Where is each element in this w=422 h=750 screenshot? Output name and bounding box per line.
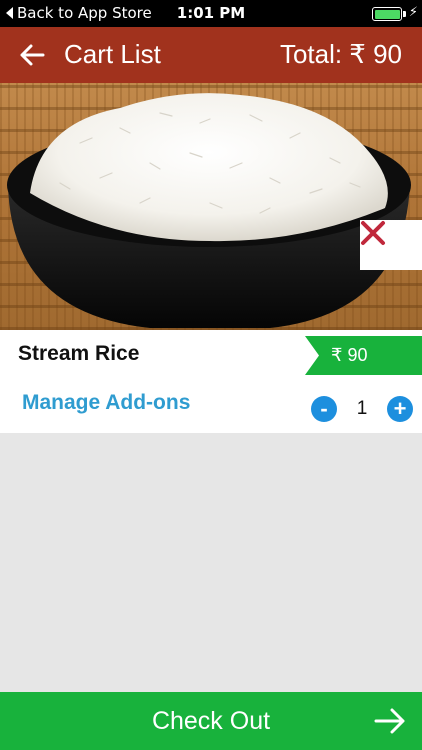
arrow-right-icon xyxy=(374,708,405,734)
item-name: Stream Rice xyxy=(18,342,140,365)
cart-total: Total: ₹ 90 xyxy=(279,39,402,69)
battery-icon xyxy=(372,7,402,21)
status-bar: Back to App Store 1:01 PM ⚡ xyxy=(0,0,422,27)
app-header: Cart List Total: ₹ 90 xyxy=(0,27,422,83)
status-time: 1:01 PM xyxy=(176,4,246,22)
close-icon xyxy=(361,221,385,245)
price-tag: ₹ 90 xyxy=(305,336,422,375)
item-price: ₹ 90 xyxy=(331,345,368,365)
decrease-quantity-button[interactable]: - xyxy=(311,396,337,422)
increase-quantity-button[interactable]: + xyxy=(387,396,413,422)
battery-cap xyxy=(403,11,406,17)
minus-icon: - xyxy=(320,396,328,421)
manage-addons-link[interactable]: Manage Add-ons xyxy=(22,391,190,415)
bolt-icon: ⚡ xyxy=(408,5,418,20)
plus-icon: + xyxy=(393,396,407,421)
remove-item-button[interactable] xyxy=(360,220,422,270)
arrow-left-icon[interactable] xyxy=(18,41,46,69)
checkout-button[interactable]: Check Out xyxy=(0,692,422,750)
page-title: Cart List xyxy=(64,39,161,69)
cart-item-card: Stream Rice ₹ 90 Manage Add-ons - 1 + xyxy=(0,330,422,433)
food-image xyxy=(0,83,422,330)
checkout-label: Check Out xyxy=(151,707,271,735)
quantity-value: 1 xyxy=(356,398,368,419)
rice-bowl-illustration xyxy=(7,93,411,328)
